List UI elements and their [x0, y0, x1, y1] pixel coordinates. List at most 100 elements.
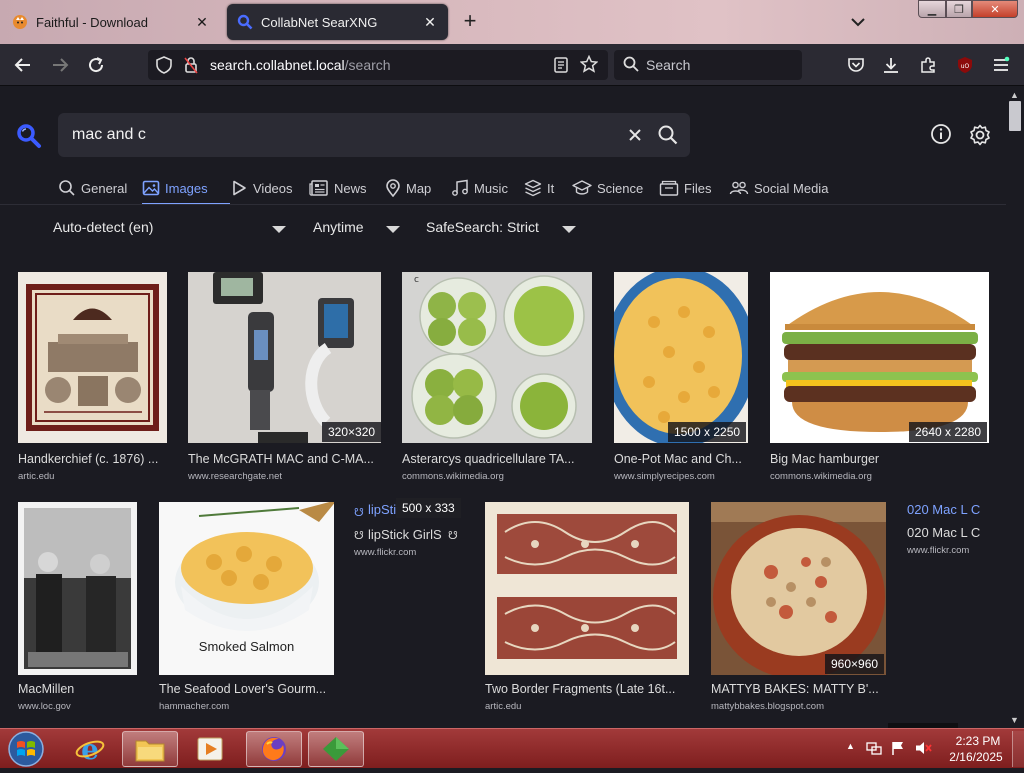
show-desktop-button[interactable] [1012, 731, 1024, 767]
result-title[interactable]: MacMillen [18, 682, 138, 696]
menu-hamburger-icon[interactable] [988, 52, 1014, 78]
result-thumbnail[interactable] [18, 502, 137, 675]
address-bar[interactable]: search.collabnet.local/search [148, 50, 608, 80]
result-title[interactable]: MATTYB BAKES: MATTY B'... [711, 682, 891, 696]
result-thumbnail[interactable] [18, 272, 167, 443]
tab-news[interactable]: News [309, 175, 385, 201]
time-range-select[interactable]: Anytime [313, 219, 364, 235]
tab-label: Music [474, 180, 508, 196]
chevron-down-icon[interactable] [848, 12, 868, 32]
tab-general[interactable]: General [58, 175, 142, 201]
result-thumbnail[interactable] [770, 272, 989, 443]
minimize-window-button[interactable]: ▁ [918, 0, 946, 18]
tab-science[interactable]: Science [572, 175, 659, 201]
result-title[interactable]: Two Border Fragments (Late 16t... [485, 682, 690, 696]
lock-icon[interactable] [184, 56, 198, 77]
result-title[interactable]: The Seafood Lover's Gourm... [159, 682, 335, 696]
tab-files[interactable]: Files [659, 175, 729, 201]
image-result[interactable]: Handkerchief (c. 1876) ... artic.edu [18, 272, 168, 487]
browser-search-box[interactable]: Search [614, 50, 802, 80]
show-hidden-icons-icon[interactable]: ▲ [846, 741, 855, 751]
page-scrollbar[interactable]: ▲ ▼ [1006, 87, 1024, 728]
gear-icon[interactable] [968, 123, 992, 147]
pocket-icon[interactable] [843, 52, 869, 78]
image-result[interactable]: 960×960 MATTYB BAKES: MATTY B'... mattyb… [711, 502, 891, 717]
result-title[interactable]: Big Mac hamburger [770, 452, 990, 466]
scrollbar-thumb[interactable] [1009, 101, 1021, 131]
internet-explorer-icon[interactable]: e [62, 731, 118, 767]
back-arrow-icon[interactable] [10, 52, 36, 78]
image-result[interactable]: 020 Mac L C 020 Mac L C www.flickr.com [907, 502, 1002, 577]
close-tab-icon[interactable]: ✕ [422, 14, 438, 30]
result-title[interactable]: 020 Mac L C [907, 502, 1002, 517]
tab-music[interactable]: Music [451, 175, 524, 201]
result-title[interactable]: Handkerchief (c. 1876) ... [18, 452, 168, 466]
restore-window-button[interactable]: ❐ [946, 0, 972, 18]
result-thumbnail[interactable] [711, 502, 886, 675]
firefox-icon[interactable] [246, 731, 302, 767]
language-dropdown-icon[interactable] [272, 226, 286, 233]
tab-it[interactable]: It [524, 175, 572, 201]
media-player-icon[interactable] [182, 731, 238, 767]
result-thumbnail[interactable]: c [402, 272, 592, 443]
extensions-puzzle-icon[interactable] [915, 52, 941, 78]
bookmark-star-icon[interactable] [579, 54, 599, 76]
reload-icon[interactable] [83, 52, 109, 78]
result-domain: www.flickr.com [354, 547, 417, 558]
result-title[interactable]: The McGRATH MAC and C-MA... [188, 452, 383, 466]
result-thumbnail[interactable] [485, 502, 689, 675]
scroll-up-icon[interactable]: ▲ [1010, 90, 1019, 100]
result-thumbnail[interactable] [188, 272, 381, 443]
volume-muted-icon[interactable] [914, 740, 932, 761]
tab-map[interactable]: Map [385, 175, 451, 201]
reader-view-icon[interactable] [553, 56, 569, 77]
result-domain: hammacher.com [159, 701, 230, 712]
image-icon [142, 180, 160, 196]
scroll-down-icon[interactable]: ▼ [1010, 715, 1019, 725]
green-app-icon[interactable] [308, 731, 364, 767]
searxng-page: mac and c General Images Videos News Map… [0, 87, 1006, 728]
searxng-logo-icon[interactable] [16, 123, 42, 149]
language-select[interactable]: Auto-detect (en) [53, 219, 153, 235]
forward-arrow-icon[interactable] [47, 52, 73, 78]
clear-search-icon[interactable] [624, 124, 646, 146]
tab-faithful[interactable]: Faithful - Download ✕ [2, 4, 220, 40]
image-result[interactable]: 2640 x 2280 Big Mac hamburger commons.wi… [770, 272, 990, 487]
result-title[interactable]: One-Pot Mac and Ch... [614, 452, 750, 466]
image-result[interactable]: Two Border Fragments (Late 16t... artic.… [485, 502, 690, 717]
tab-videos[interactable]: Videos [230, 175, 309, 201]
image-result[interactable]: Smoked Salmon The Seafood Lover's Gourm.… [159, 502, 335, 717]
clock-time[interactable]: 2:23 PM [953, 734, 1003, 748]
tab-searxng[interactable]: CollabNet SearXNG ✕ [227, 4, 448, 40]
info-icon[interactable] [930, 123, 952, 145]
time-range-dropdown-icon[interactable] [386, 226, 400, 233]
search-query-text[interactable]: mac and c [72, 126, 146, 144]
image-result[interactable]: MacMillen www.loc.gov [18, 502, 138, 717]
image-result[interactable]: c Asterarcys quadricellulare TA... commo… [402, 272, 594, 487]
file-explorer-icon[interactable] [122, 731, 178, 767]
result-title[interactable]: Asterarcys quadricellulare TA... [402, 452, 594, 466]
windows-start-icon[interactable] [6, 730, 46, 768]
close-window-button[interactable]: ✕ [972, 0, 1018, 18]
files-icon [659, 180, 679, 196]
tab-social-media[interactable]: Social Media [729, 175, 839, 201]
new-tab-icon[interactable]: + [458, 10, 482, 34]
action-center-flag-icon[interactable] [890, 740, 906, 761]
tab-strip: Faithful - Download ✕ CollabNet SearXNG … [0, 0, 1024, 44]
tab-images[interactable]: Images [142, 175, 230, 205]
shield-icon[interactable] [156, 56, 172, 77]
safesearch-select[interactable]: SafeSearch: Strict [426, 219, 539, 235]
clock-date[interactable]: 2/16/2025 [944, 750, 1008, 764]
network-icon[interactable] [866, 740, 882, 761]
search-input[interactable]: mac and c [58, 113, 690, 157]
result-thumbnail[interactable] [614, 272, 748, 443]
download-icon[interactable] [878, 52, 904, 78]
search-submit-icon[interactable] [656, 123, 680, 147]
image-result[interactable]: 1500 x 2250 One-Pot Mac and Ch... www.si… [614, 272, 750, 487]
ublock-origin-icon[interactable]: uO [952, 52, 978, 78]
image-result[interactable]: 320×320 The McGRATH MAC and C-MA... www.… [188, 272, 383, 487]
safesearch-dropdown-icon[interactable] [562, 226, 576, 233]
tab-label: News [334, 180, 367, 196]
close-tab-icon[interactable]: ✕ [194, 14, 210, 30]
image-result[interactable]: ☋ lipStick GirlS 500 x 333 ☋ lipStick Gi… [354, 498, 466, 577]
